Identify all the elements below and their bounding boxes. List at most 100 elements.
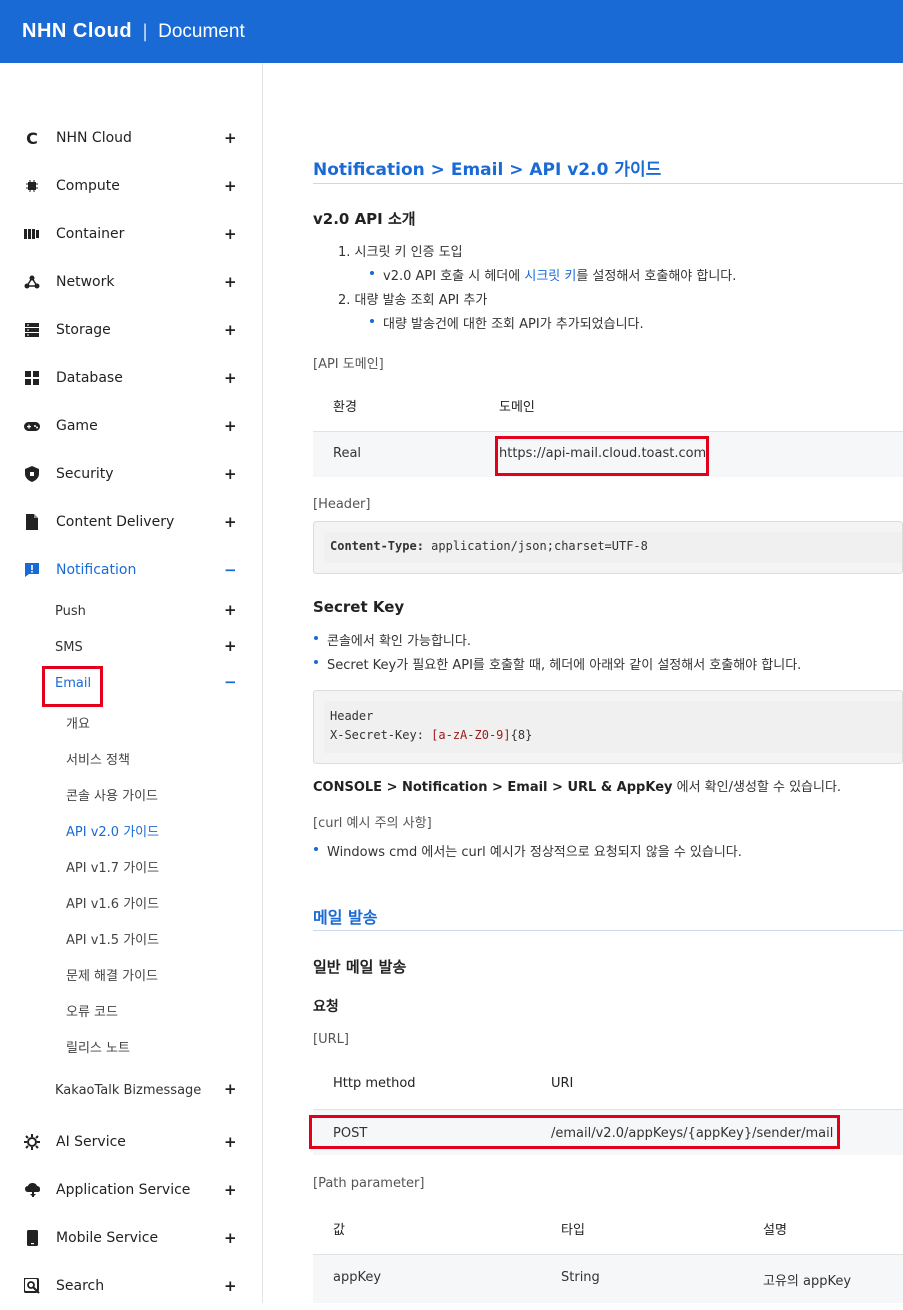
nhn-logo-icon: C [26, 128, 38, 148]
email-page-link[interactable]: API v1.5 가이드 [66, 929, 159, 948]
sidebar-item-nhn-cloud[interactable]: C NHN Cloud + [0, 114, 262, 162]
expand-icon[interactable]: + [224, 1277, 237, 1295]
expand-icon[interactable]: + [224, 465, 237, 483]
code-line: Header [330, 709, 374, 723]
api-domain-label: [API 도메인] [313, 357, 384, 372]
bullet [370, 271, 374, 275]
table-header: 환경 [333, 400, 357, 415]
divider [313, 183, 903, 184]
sidebar-item-network[interactable]: Network + [0, 258, 262, 306]
secret-bullet: 콘솔에서 확인 가능합니다. [327, 634, 471, 649]
expand-icon[interactable]: + [224, 177, 237, 195]
code-line: Content-Type: application/json;charset=U… [330, 539, 648, 553]
email-page-link[interactable]: 서비스 정책 [66, 749, 130, 768]
email-page-link[interactable]: 개요 [66, 713, 90, 732]
secret-bullet: Secret Key가 필요한 API를 호출할 때, 헤더에 아래와 같이 설… [327, 658, 802, 673]
expand-icon[interactable]: + [224, 601, 237, 619]
alert-icon [24, 562, 40, 578]
main-content: Notification > Email > API v2.0 가이드 v2.0… [309, 63, 903, 1303]
table-header: 설명 [763, 1223, 787, 1238]
table-cell: String [561, 1270, 600, 1285]
breadcrumb: Notification > Email > API v2.0 가이드 [313, 160, 662, 180]
network-icon [24, 274, 40, 290]
document-icon [24, 514, 40, 530]
section-title-send: 메일 발송 [313, 908, 378, 927]
path-parameter-label: [Path parameter] [313, 1176, 425, 1191]
sidebar-item-storage[interactable]: Storage + [0, 306, 262, 354]
sidebar-item-security[interactable]: Security + [0, 450, 262, 498]
sidebar-item-label: AI Service [56, 1134, 126, 1150]
expand-icon[interactable]: + [224, 1229, 237, 1247]
email-page-link[interactable]: 릴리스 노트 [66, 1037, 130, 1056]
curl-label: [curl 예시 주의 사항] [313, 816, 432, 831]
email-page-link[interactable]: API v1.7 가이드 [66, 857, 159, 876]
section-title[interactable]: Document [158, 21, 245, 43]
expand-icon[interactable]: + [224, 321, 237, 339]
intro-title: v2.0 API 소개 [313, 210, 416, 228]
intro-item-1-sub: v2.0 API 호출 시 헤더에 시크릿 키를 설정해서 호출해야 합니다. [383, 269, 737, 284]
bullet [314, 847, 318, 851]
table-cell: Real [333, 446, 362, 461]
email-page-link[interactable]: 콘솔 사용 가이드 [66, 785, 158, 804]
header-code-block: Content-Type: application/json;charset=U… [313, 521, 903, 574]
general-mail-title: 일반 메일 발송 [313, 958, 407, 976]
sidebar-item-label: Application Service [56, 1182, 191, 1198]
sidebar-sub-sms[interactable]: SMS [55, 640, 83, 655]
bullet [314, 660, 318, 664]
table-cell: appKey [333, 1270, 382, 1285]
sidebar-item-label: Container [56, 226, 125, 242]
expand-icon[interactable]: + [224, 637, 237, 655]
sidebar-item-ai-service[interactable]: AI Service + [0, 1118, 262, 1166]
secret-key-link[interactable]: 시크릿 키 [524, 269, 576, 284]
code-line: X-Secret-Key: [a-zA-Z0-9]{8} [330, 728, 533, 742]
secret-code-block: Header X-Secret-Key: [a-zA-Z0-9]{8} [313, 690, 903, 764]
sidebar-item-application-service[interactable]: Application Service + [0, 1166, 262, 1214]
sidebar: C NHN Cloud + Compute + Container + Netw… [0, 63, 263, 1303]
sidebar-item-label: NHN Cloud [56, 130, 132, 146]
intro-item-2: 2. 대량 발송 조회 API 추가 [338, 293, 488, 308]
expand-icon[interactable]: + [224, 1133, 237, 1151]
email-page-link[interactable]: 문제 해결 가이드 [66, 965, 158, 984]
table-header: 타입 [561, 1223, 585, 1238]
sidebar-item-content-delivery[interactable]: Content Delivery + [0, 498, 262, 546]
sidebar-sub-push[interactable]: Push [55, 604, 86, 619]
top-bar: NHN Cloud | Document [0, 0, 903, 63]
search-icon [24, 1278, 40, 1294]
console-path-text: CONSOLE > Notification > Email > URL & A… [313, 780, 842, 795]
table-header: Http method [333, 1076, 416, 1091]
expand-icon[interactable]: + [224, 1080, 237, 1098]
database-icon [24, 370, 40, 386]
sidebar-item-container[interactable]: Container + [0, 210, 262, 258]
expand-icon[interactable]: + [224, 417, 237, 435]
expand-icon[interactable]: + [224, 129, 237, 147]
brand-logo[interactable]: NHN Cloud [22, 20, 132, 43]
chip-icon [24, 178, 40, 194]
sidebar-item-compute[interactable]: Compute + [0, 162, 262, 210]
sidebar-item-database[interactable]: Database + [0, 354, 262, 402]
ai-icon [24, 1134, 40, 1150]
sidebar-item-game[interactable]: Game + [0, 402, 262, 450]
expand-icon[interactable]: + [224, 513, 237, 531]
bullet [314, 636, 318, 640]
intro-item-1: 1. 시크릿 키 인증 도입 [338, 245, 463, 260]
expand-icon[interactable]: + [224, 1181, 237, 1199]
table-header: 도메인 [499, 400, 535, 415]
storage-icon [24, 322, 40, 338]
expand-icon[interactable]: + [224, 225, 237, 243]
email-page-link[interactable]: API v1.6 가이드 [66, 893, 159, 912]
sidebar-item-label: Content Delivery [56, 514, 175, 530]
container-icon [24, 226, 40, 242]
highlight-box [42, 666, 103, 707]
expand-icon[interactable]: + [224, 273, 237, 291]
sidebar-item-mobile-service[interactable]: Mobile Service + [0, 1214, 262, 1262]
table-cell: 고유의 appKey [763, 1274, 852, 1289]
expand-icon[interactable]: + [224, 369, 237, 387]
collapse-icon[interactable]: − [224, 673, 237, 691]
sidebar-item-notification[interactable]: Notification − [0, 546, 262, 594]
email-page-link-active[interactable]: API v2.0 가이드 [66, 821, 159, 840]
sidebar-sub-kakaotalk[interactable]: KakaoTalk Bizmessage [55, 1083, 201, 1098]
collapse-icon[interactable]: − [224, 561, 237, 579]
email-page-link[interactable]: 오류 코드 [66, 1001, 118, 1020]
header-label: [Header] [313, 497, 371, 512]
brand-separator: | [142, 21, 149, 42]
